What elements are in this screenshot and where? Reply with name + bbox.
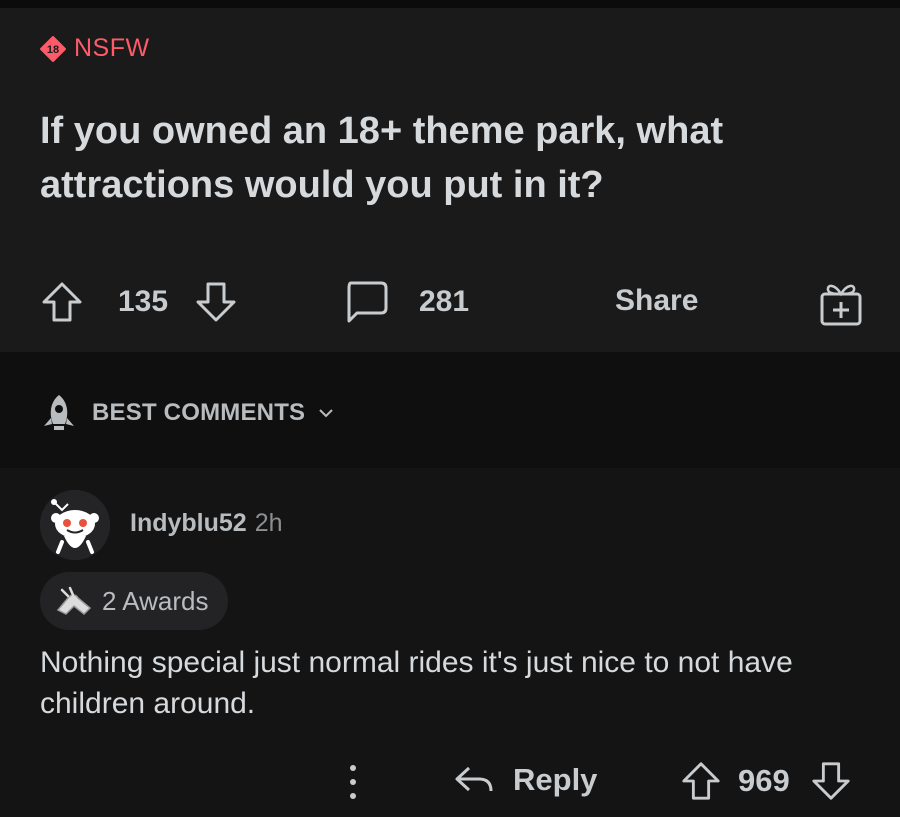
reply-label: Reply [513, 762, 598, 797]
top-edge [0, 0, 900, 8]
comment-body: Nothing special just normal rides it's j… [40, 646, 793, 720]
vote-group: 135 [40, 280, 238, 324]
downvote-icon[interactable] [810, 760, 852, 802]
comments-button[interactable]: 281 [343, 279, 469, 325]
share-button[interactable]: Share [615, 284, 698, 318]
avatar[interactable] [40, 490, 110, 560]
post-score: 135 [118, 285, 169, 318]
rocket-icon [44, 395, 74, 430]
nsfw-18-badge: 18 [40, 35, 66, 62]
share-label: Share [615, 284, 699, 317]
sort-label: BEST COMMENTS [92, 399, 306, 426]
comment-meta: Indyblu52 2h [130, 509, 283, 538]
comment-count: 281 [419, 285, 470, 318]
awards-label: 2 Awards [102, 585, 209, 616]
more-icon[interactable] [343, 762, 363, 802]
post-actions: 135 281 Share [0, 270, 900, 330]
comment-vote-group: 969 [680, 760, 852, 802]
sort-selector[interactable]: BEST COMMENTS [38, 392, 335, 434]
gift-icon[interactable] [816, 278, 866, 328]
upvote-icon[interactable] [680, 760, 722, 802]
comment-score: 969 [738, 763, 790, 798]
awards-pill[interactable]: 2 Awards [40, 572, 229, 630]
post-title[interactable]: If you owned an 18+ theme park, what att… [40, 104, 860, 212]
comment-actions: Reply 969 [0, 752, 900, 812]
reply-button[interactable]: Reply [453, 760, 597, 800]
nsfw-label: NSFW [74, 34, 150, 62]
comment-time: 2h [254, 509, 283, 537]
author-name[interactable]: Indyblu52 [130, 509, 247, 538]
upvote-icon[interactable] [40, 280, 84, 324]
reply-icon [455, 766, 493, 792]
award-icon [56, 586, 92, 616]
comment-icon [347, 281, 388, 323]
nsfw-tag: 18 NSFW [40, 34, 150, 63]
downvote-icon[interactable] [194, 280, 238, 324]
svg-text:18: 18 [47, 44, 59, 56]
snoo-avatar-icon [40, 490, 110, 560]
chevron-down-icon [319, 409, 333, 418]
